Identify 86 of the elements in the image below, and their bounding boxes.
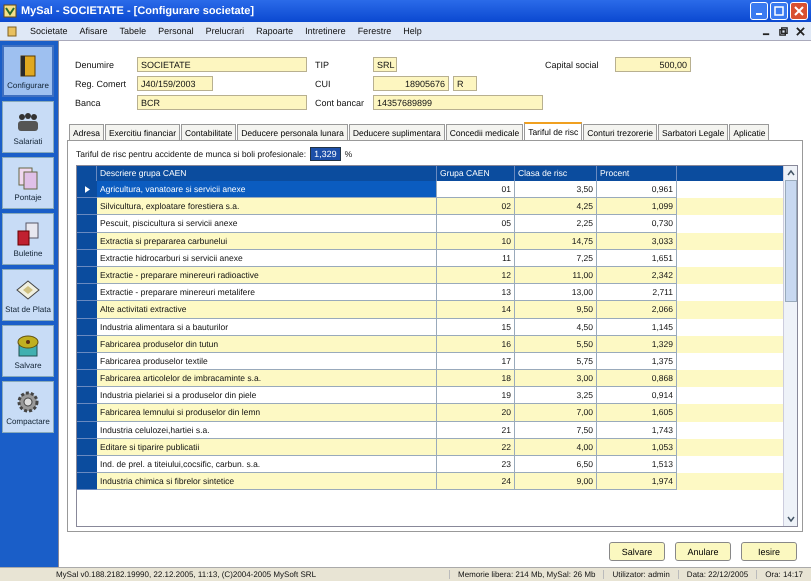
table-cell: 1,974: [597, 473, 677, 490]
input-field[interactable]: 14357689899: [373, 95, 543, 110]
sidebar-item[interactable]: Stat de Plata: [2, 269, 54, 321]
table-cell: 9,00: [515, 473, 597, 490]
table-row[interactable]: Editare si tiparire publicatii 22 4,00 1,053: [77, 438, 783, 456]
tab[interactable]: Concedii medicale: [446, 124, 524, 140]
dialog-button[interactable]: Anulare: [675, 542, 731, 561]
dialog-button[interactable]: Iesire: [741, 542, 797, 561]
menu-item[interactable]: Ferestre: [358, 26, 392, 36]
menu-item[interactable]: Societate: [30, 26, 68, 36]
status-text: Memorie libera: 214 Mb, MySal: 26 Mb: [449, 570, 604, 579]
table-row[interactable]: Industria celulozei,hartiei s.a. 21 7,50 1,743: [77, 422, 783, 439]
scroll-down-icon[interactable]: [786, 514, 796, 524]
table-row[interactable]: Fabricarea produselor din tutun 16 5,50 1,329: [77, 336, 783, 353]
dialog-button[interactable]: Salvare: [609, 542, 665, 561]
table-row[interactable]: Industria chimica si fibrelor sintetice 24 9,00 1,974: [77, 473, 783, 490]
input-field[interactable]: R: [453, 76, 477, 91]
field-label: Reg. Comert: [75, 78, 128, 88]
minimize-icon: [756, 13, 762, 15]
scroll-thumb[interactable]: [784, 180, 796, 302]
input-field[interactable]: SOCIETATE: [137, 57, 307, 72]
status-text: Ora: 14:17: [756, 570, 811, 579]
input-field[interactable]: 1,329: [310, 147, 341, 161]
field-label: Capital social: [545, 60, 600, 70]
menu-item[interactable]: Prelucrari: [206, 26, 244, 36]
window-title: MySal - SOCIETATE - [Configurare societate]: [21, 5, 256, 17]
sidebar-item[interactable]: Salariati: [2, 101, 54, 153]
menu-item[interactable]: Rapoarte: [256, 26, 294, 36]
table-row[interactable]: Industria pielariei si a produselor din piele 19 3,25 0,914: [77, 387, 783, 404]
tab[interactable]: Sarbatori Legale: [658, 124, 728, 140]
restore-icon[interactable]: [779, 26, 788, 36]
status-text: MySal v0.188.2182.19990, 22.12.2005, 11:13, (C)2004-2005 MySoft SRL: [55, 570, 318, 579]
tab[interactable]: Contabilitate: [181, 124, 236, 140]
tab[interactable]: Tariful de risc: [524, 122, 582, 140]
field-label: CUI: [315, 78, 332, 88]
close-button[interactable]: [790, 2, 808, 20]
status-text: Utilizator: admin: [603, 570, 678, 579]
menu-item[interactable]: Intretinere: [305, 26, 346, 36]
menu-item[interactable]: Tabele: [120, 26, 146, 36]
row-pointer-icon: [84, 186, 90, 193]
input-field[interactable]: BCR: [137, 95, 307, 110]
table-cell: 24: [437, 473, 515, 490]
field-label: Banca: [75, 98, 102, 108]
table-row[interactable]: Alte activitati extractive 14 9,50 2,066: [77, 301, 783, 318]
table-row[interactable]: Silvicultura, exploatare forestiera s.a. 02 4,25 1,099: [77, 198, 783, 216]
sidebar-item[interactable]: Salvare: [2, 325, 54, 377]
table-row[interactable]: Fabricarea articolelor de imbracaminte s.a. 18 3,00 0,868: [77, 370, 783, 388]
scrollbar[interactable]: [783, 166, 797, 526]
table-cell: Industria chimica si fibrelor sintetice: [97, 473, 437, 490]
tab[interactable]: Deducere suplimentara: [348, 124, 445, 140]
field-label: Denumire: [75, 60, 116, 70]
table-row[interactable]: Fabricarea lemnului si produselor din lemn 20 7,00 1,605: [77, 404, 783, 422]
menu-item[interactable]: Afisare: [80, 26, 108, 36]
field-label: TIP: [315, 60, 330, 70]
tab[interactable]: Aplicatie: [729, 124, 770, 140]
tab[interactable]: Deducere personala lunara: [237, 124, 348, 140]
minimize-button[interactable]: [750, 2, 768, 20]
maximize-icon: [774, 6, 784, 16]
input-field[interactable]: 18905676: [373, 76, 449, 91]
table-row[interactable]: Extractie - preparare minereuri radioactive 12 11,00 2,342: [77, 266, 783, 284]
sidebar-item[interactable]: Buletine: [2, 213, 54, 265]
tariff-label: Tariful de risc pentru accidente de munca si boli profesionale:: [76, 149, 306, 159]
maximize-button[interactable]: [770, 2, 788, 20]
input-field[interactable]: SRL: [373, 57, 397, 72]
document-icon: [6, 25, 18, 37]
input-field[interactable]: J40/159/2003: [137, 76, 213, 91]
table-row[interactable]: Extractia si prepararea carbunelui 10 14,75 3,033: [77, 232, 783, 250]
sidebar-item[interactable]: Configurare: [2, 45, 54, 97]
table-row[interactable]: Extractie - preparare minereuri metalifere 13 13,00 2,711: [77, 284, 783, 302]
input-field[interactable]: 500,00: [615, 57, 691, 72]
app-icon: [3, 4, 17, 18]
menu-item[interactable]: Help: [403, 26, 422, 36]
menu-item[interactable]: Personal: [158, 26, 194, 36]
tab[interactable]: Conturi trezorerie: [583, 124, 657, 140]
field-label: Cont bancar: [315, 98, 366, 108]
unit-label: %: [344, 149, 352, 159]
tab[interactable]: Adresa: [69, 124, 104, 140]
scroll-up-icon[interactable]: [786, 168, 796, 178]
status-text: Data: 22/12/2005: [678, 570, 756, 579]
sidebar-item[interactable]: Compactare: [2, 381, 54, 433]
close-icon[interactable]: [796, 26, 805, 36]
table-row[interactable]: Industria alimentara si a bauturilor 15 4,50 1,145: [77, 318, 783, 336]
sidebar-item[interactable]: Pontaje: [2, 157, 54, 209]
table-cell: Agricultura, vanatoare si servicii anexe: [97, 181, 437, 198]
tab[interactable]: Exercitiu financiar: [104, 124, 180, 140]
close-icon: [794, 6, 804, 16]
